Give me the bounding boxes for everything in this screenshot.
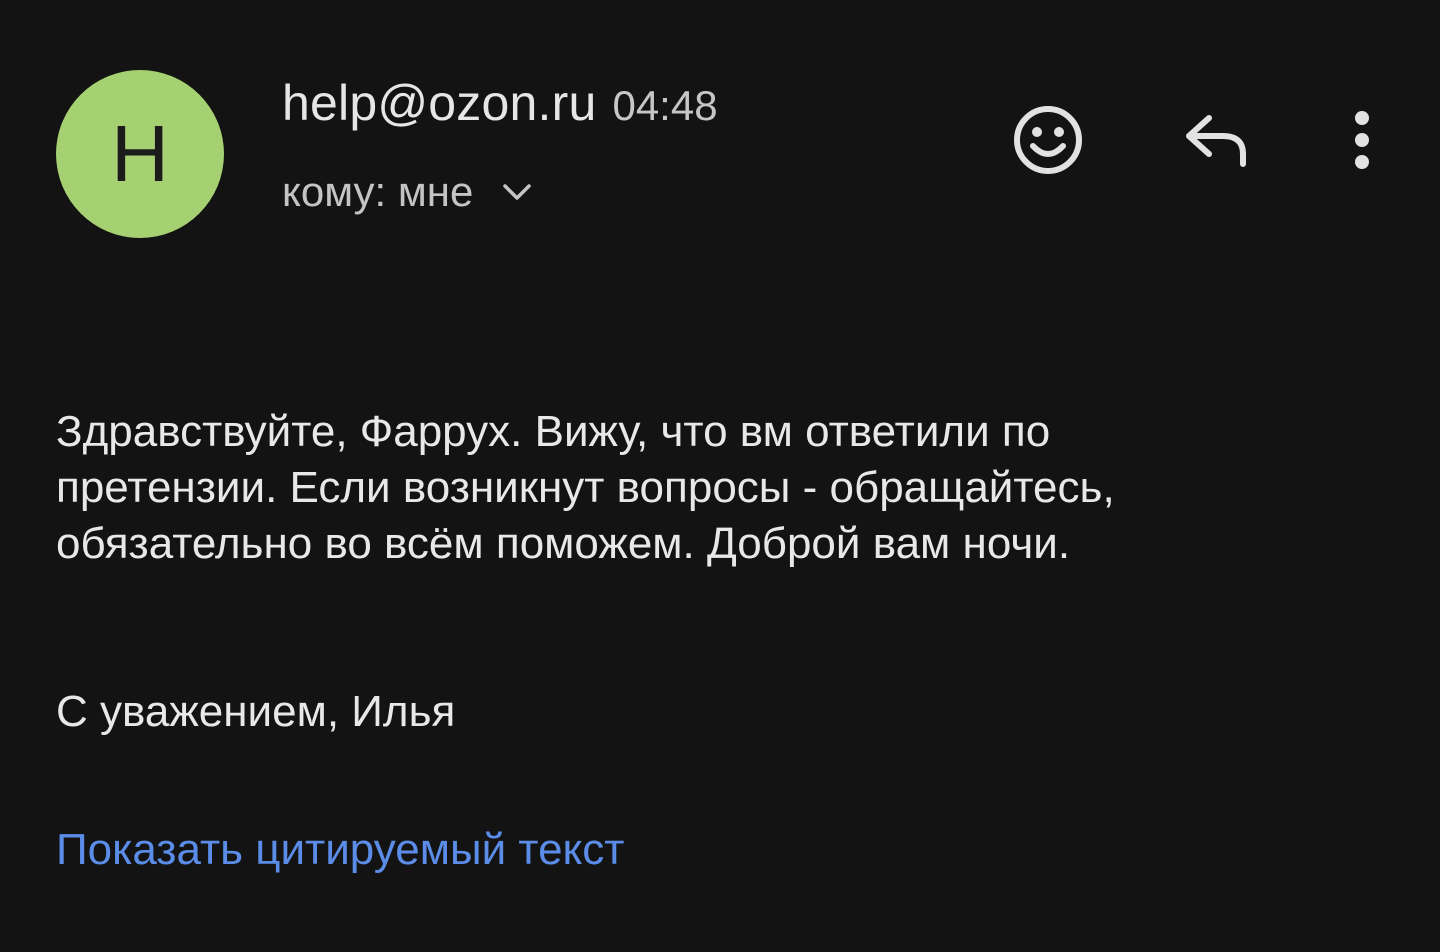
sender-line: help@ozon.ru 04:48 <box>282 74 718 132</box>
message-signature: С уважением, Илья <box>56 687 456 736</box>
chevron-down-icon <box>503 184 532 200</box>
add-reaction-button[interactable] <box>1004 96 1092 184</box>
reply-button[interactable] <box>1172 96 1260 184</box>
more-vert-icon <box>1355 111 1369 169</box>
show-quoted-text-link[interactable]: Показать цитируемый текст <box>56 822 624 878</box>
smiley-icon <box>1014 106 1082 174</box>
more-options-button[interactable] <box>1318 96 1406 184</box>
recipient-label: кому: мне <box>282 168 474 215</box>
reply-icon <box>1186 115 1246 167</box>
sent-time: 04:48 <box>612 82 718 129</box>
recipient-details-toggle[interactable]: кому: мне <box>282 168 533 216</box>
message-body: Здравствуйте, Фаррух. Вижу, что вм ответ… <box>56 407 1115 568</box>
email-view: H help@ozon.ru 04:48 кому: мне Здравствуй… <box>0 0 1440 952</box>
sender-avatar[interactable]: H <box>56 70 224 238</box>
sender-email[interactable]: help@ozon.ru <box>282 75 596 131</box>
